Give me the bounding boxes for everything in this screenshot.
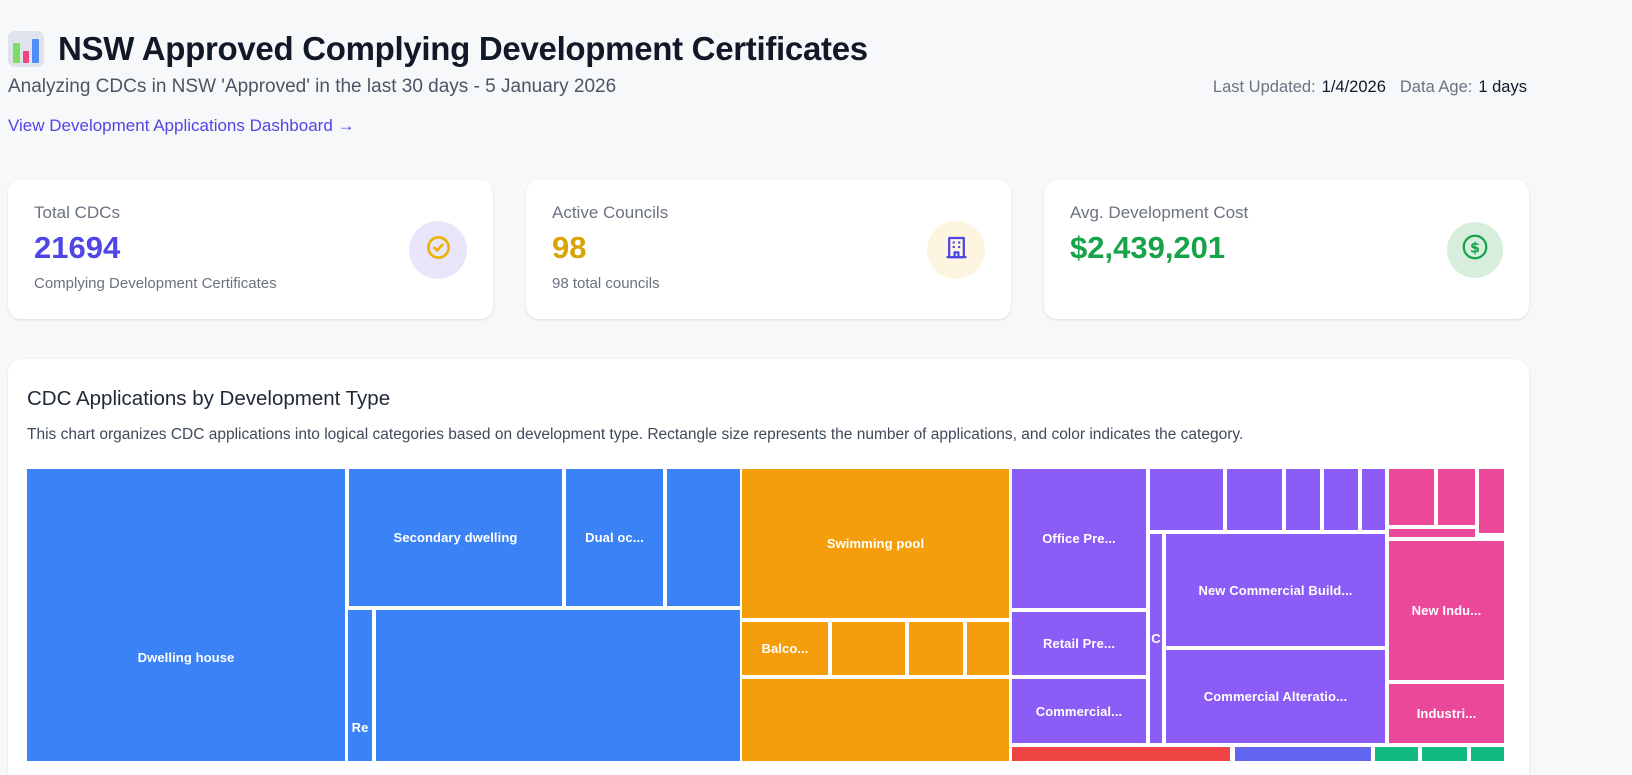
treemap-tile[interactable] — [1479, 469, 1504, 533]
stat-cards: Total CDCs 21694 Complying Development C… — [8, 180, 1529, 319]
treemap-tile[interactable]: Dwelling house — [27, 469, 345, 761]
stat-icon-bubble — [927, 221, 985, 279]
stat-sub: 98 total councils — [552, 275, 985, 292]
treemap-tile-label: Commercial Alteratio... — [1204, 689, 1347, 704]
last-updated-value: 1/4/2026 — [1322, 78, 1386, 96]
treemap-tile[interactable]: Commercial... — [1012, 679, 1146, 743]
treemap-tile[interactable] — [1227, 469, 1282, 530]
treemap-tile[interactable] — [967, 622, 1009, 675]
treemap-tile-label: Swimming pool — [827, 536, 924, 551]
treemap-tile[interactable] — [1362, 469, 1385, 530]
chart-card: CDC Applications by Development Type Thi… — [8, 359, 1529, 775]
treemap-tile[interactable] — [376, 610, 740, 761]
treemap-tile[interactable] — [832, 622, 905, 675]
treemap-tile[interactable]: Retail Pre... — [1012, 612, 1146, 675]
svg-text:$: $ — [1470, 240, 1480, 256]
treemap-tile-label: Commercial... — [1036, 704, 1123, 719]
page-header: NSW Approved Complying Development Certi… — [8, 30, 1529, 136]
treemap-tile[interactable]: New Indu... — [1389, 541, 1504, 680]
stat-value: $2,439,201 — [1070, 230, 1503, 266]
treemap-tile[interactable]: Commercial Alteratio... — [1166, 650, 1385, 743]
treemap-tile-label: Office Pre... — [1042, 531, 1116, 546]
treemap-tile[interactable] — [1471, 747, 1504, 761]
check-circle-icon — [425, 234, 452, 266]
stat-card-total-cdcs: Total CDCs 21694 Complying Development C… — [8, 180, 493, 319]
data-age: Data Age: 1 days — [1400, 78, 1527, 97]
stat-sub: Complying Development Certificates — [34, 275, 467, 292]
treemap-tile[interactable] — [909, 622, 963, 675]
treemap-tile[interactable] — [1235, 747, 1371, 761]
treemap-tile-label: Industri... — [1417, 706, 1477, 721]
stat-label: Total CDCs — [34, 203, 467, 223]
treemap-tile[interactable]: Re — [348, 610, 372, 761]
treemap-tile[interactable] — [1324, 469, 1358, 530]
page-subtitle: Analyzing CDCs in NSW 'Approved' in the … — [8, 76, 616, 98]
stat-card-avg-development-cost: Avg. Development Cost $2,439,201 $ — [1044, 180, 1529, 319]
stat-label: Active Councils — [552, 203, 985, 223]
treemap-tile[interactable]: Balco... — [742, 622, 828, 675]
treemap: Dwelling house Secondary dwelling Dual oc.… — [27, 469, 1504, 761]
treemap-tile[interactable]: Secondary dwelling — [349, 469, 562, 606]
treemap-tile-label: C — [1151, 631, 1161, 646]
treemap-tile[interactable] — [1012, 747, 1230, 761]
treemap-tile[interactable]: Office Pre... — [1012, 469, 1146, 608]
treemap-tile-label: Re — [352, 720, 369, 735]
chart-title: CDC Applications by Development Type — [27, 385, 1504, 413]
stat-label: Avg. Development Cost — [1070, 203, 1503, 223]
treemap-tile-label: Balco... — [761, 641, 808, 656]
treemap-tile-label: New Indu... — [1412, 603, 1482, 618]
chart-description: This chart organizes CDC applications in… — [27, 423, 1504, 447]
stat-icon-bubble: $ — [1447, 222, 1503, 278]
data-age-label: Data Age: — [1400, 78, 1472, 96]
treemap-tile[interactable] — [1438, 469, 1475, 525]
stat-card-active-councils: Active Councils 98 98 total councils — [526, 180, 1011, 319]
treemap-tile[interactable] — [667, 469, 740, 606]
stat-value: 98 — [552, 230, 985, 266]
building-icon — [943, 234, 970, 266]
view-da-dashboard-link[interactable]: View Development Applications Dashboard … — [8, 116, 355, 136]
last-updated: Last Updated: 1/4/2026 — [1213, 78, 1386, 97]
treemap-tile[interactable]: Industri... — [1389, 684, 1504, 743]
treemap-tile-label: New Commercial Build... — [1198, 583, 1352, 598]
treemap-tile[interactable] — [1389, 529, 1475, 537]
treemap-tile[interactable] — [1375, 747, 1418, 761]
treemap-tile-label: Dual oc... — [585, 530, 644, 545]
treemap-tile[interactable] — [1150, 469, 1223, 530]
stat-value: 21694 — [34, 230, 467, 266]
treemap-tile[interactable]: C — [1150, 534, 1162, 743]
treemap-tile-label: Retail Pre... — [1043, 636, 1115, 651]
bar-chart-icon — [8, 31, 44, 67]
treemap-tile[interactable]: Swimming pool — [742, 469, 1009, 618]
treemap-tile[interactable]: New Commercial Build... — [1166, 534, 1385, 646]
last-updated-label: Last Updated: — [1213, 78, 1316, 96]
treemap-tile[interactable] — [1422, 747, 1467, 761]
treemap-tile[interactable] — [1389, 469, 1434, 525]
dashboard-page: NSW Approved Complying Development Certi… — [8, 0, 1529, 775]
treemap-tile[interactable]: Dual oc... — [566, 469, 663, 606]
page-title: NSW Approved Complying Development Certi… — [58, 30, 868, 68]
treemap-tile[interactable] — [742, 679, 1009, 761]
dollar-circle-icon: $ — [1460, 232, 1490, 267]
stat-icon-bubble — [409, 221, 467, 279]
data-freshness-meta: Last Updated: 1/4/2026 Data Age: 1 days — [1213, 78, 1529, 97]
treemap-tile-label: Dwelling house — [138, 650, 235, 665]
treemap-tile-label: Secondary dwelling — [394, 530, 518, 545]
treemap-tile[interactable] — [1286, 469, 1320, 530]
data-age-value: 1 days — [1478, 78, 1527, 96]
